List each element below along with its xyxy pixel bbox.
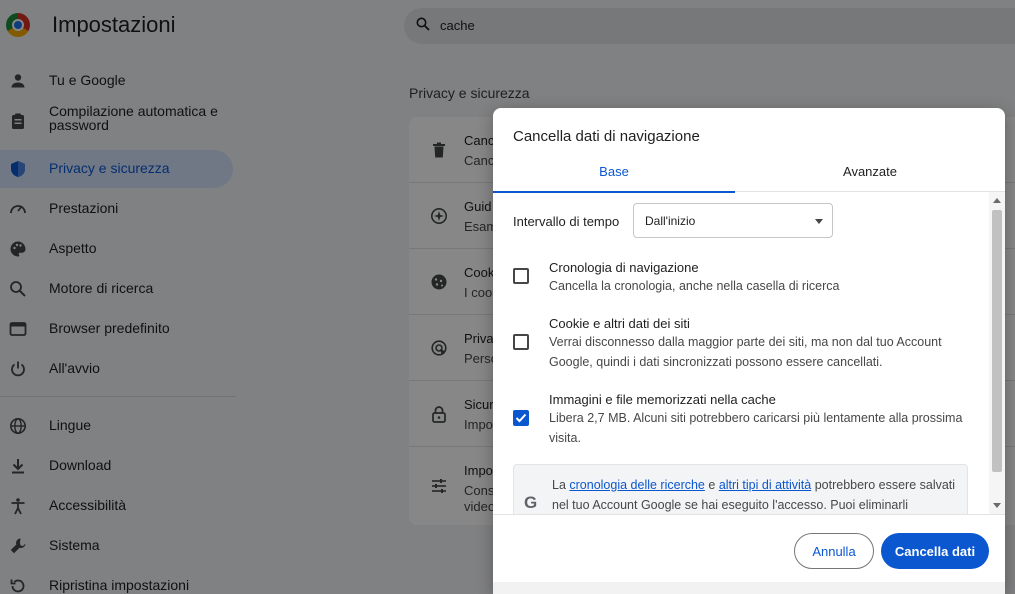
time-range-label: Intervallo di tempo — [513, 214, 620, 229]
cached-images-checkbox[interactable] — [513, 410, 529, 426]
tab-base[interactable]: Base — [493, 159, 735, 193]
google-account-info-box: G La cronologia delle ricerche e altri t… — [513, 464, 968, 514]
cancel-button[interactable]: Annulla — [794, 533, 874, 569]
browsing-history-checkbox[interactable] — [513, 268, 529, 284]
option-description: Libera 2,7 MB. Alcuni siti potrebbero ca… — [549, 411, 963, 445]
search-history-link[interactable]: cronologia delle ricerche — [569, 478, 705, 492]
clear-data-button[interactable]: Cancella dati — [881, 533, 989, 569]
info-prefix: La — [552, 478, 566, 492]
info-text: La cronologia delle ricerche e altri tip… — [552, 475, 967, 514]
dialog-bottom-bar — [493, 582, 1005, 594]
time-range-value: Dall'inizio — [645, 214, 696, 228]
checkmark-icon — [515, 413, 527, 423]
dropdown-arrow-icon — [815, 219, 823, 224]
time-range-select[interactable]: Dall'inizio — [633, 203, 833, 238]
dialog-scrollbar[interactable] — [989, 192, 1005, 514]
info-mid: e — [708, 478, 716, 492]
dialog-scroll-content[interactable]: Intervallo di tempo Dall'inizio Cronolog… — [493, 192, 1005, 514]
cookies-checkbox[interactable] — [513, 334, 529, 350]
option-title: Cronologia di navigazione — [549, 260, 699, 275]
option-description: Verrai disconnesso dalla maggior parte d… — [549, 335, 942, 369]
google-g-icon: G — [524, 493, 538, 512]
option-title: Cookie e altri dati dei siti — [549, 316, 690, 331]
other-activity-link[interactable]: altri tipi di attività — [719, 478, 811, 492]
option-title: Immagini e file memorizzati nella cache — [549, 392, 776, 407]
scrollbar-thumb[interactable] — [992, 210, 1002, 472]
tab-advanced[interactable]: Avanzate — [749, 159, 991, 192]
scroll-down-arrow-icon[interactable] — [993, 503, 1001, 508]
option-description: Cancella la cronologia, anche nella case… — [549, 279, 840, 293]
scroll-up-arrow-icon[interactable] — [993, 198, 1001, 203]
dialog-title: Cancella dati di navigazione — [513, 128, 700, 145]
clear-browsing-data-dialog: Cancella dati di navigazione Base Avanza… — [493, 108, 1005, 594]
dialog-tabs: Base Avanzate — [493, 159, 1005, 193]
